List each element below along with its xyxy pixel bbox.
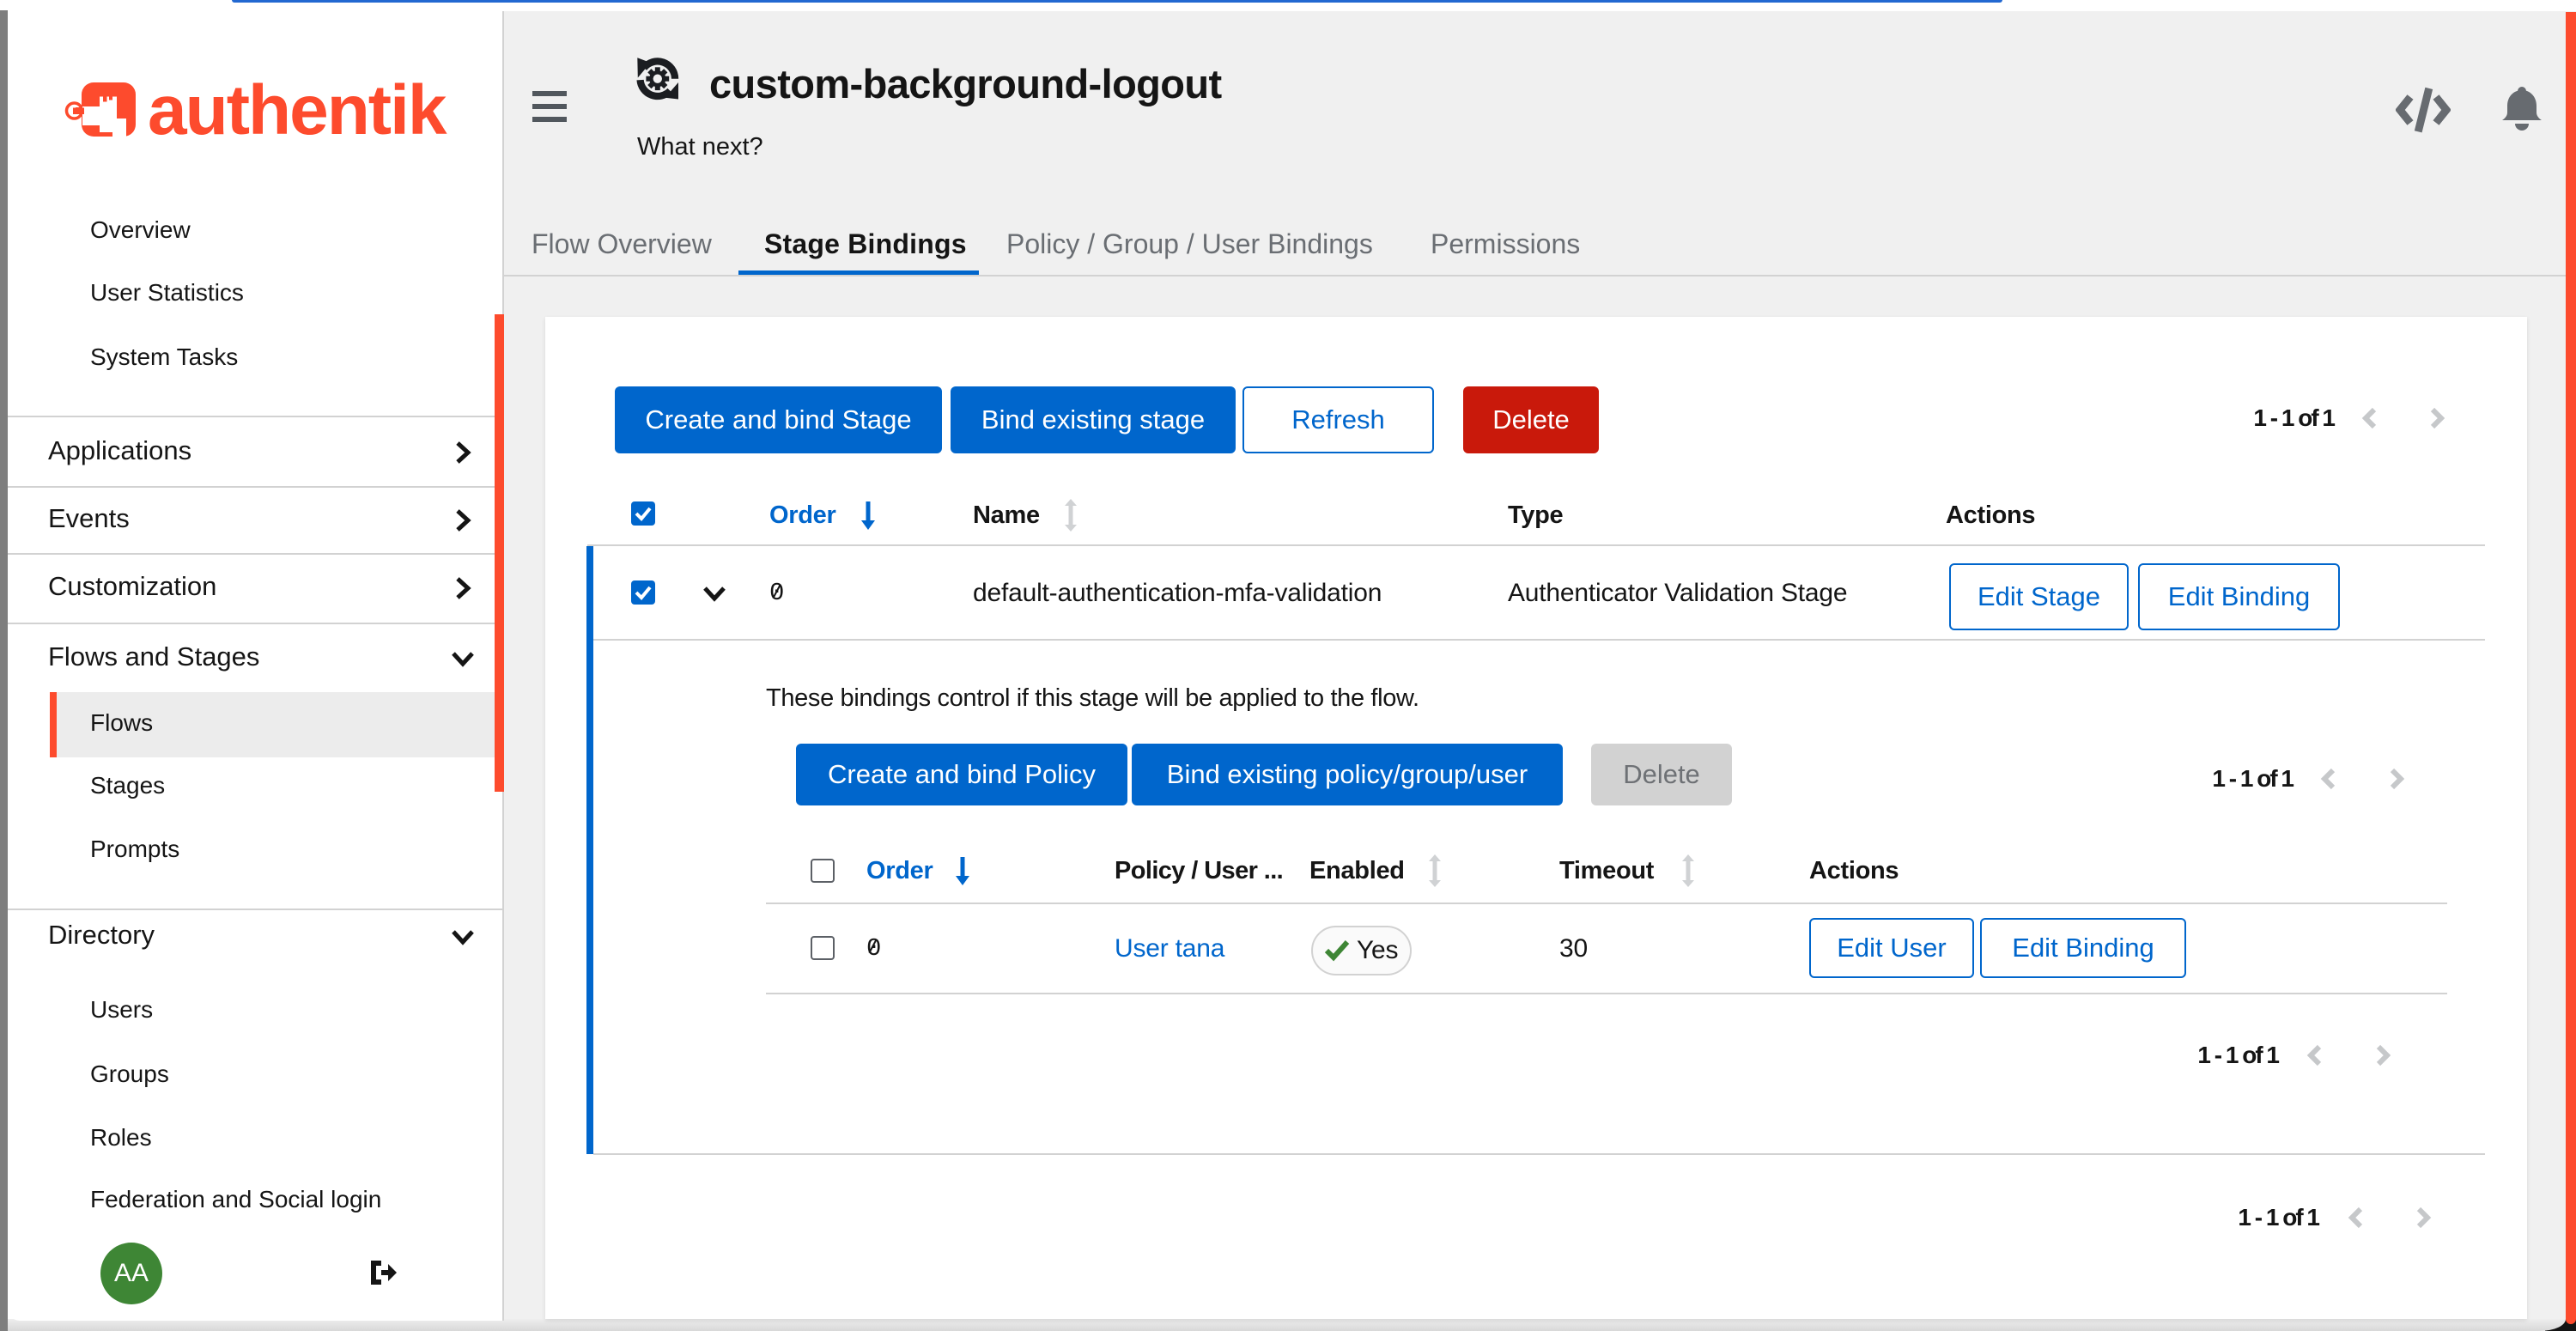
svg-text:authentik: authentik (148, 74, 447, 149)
